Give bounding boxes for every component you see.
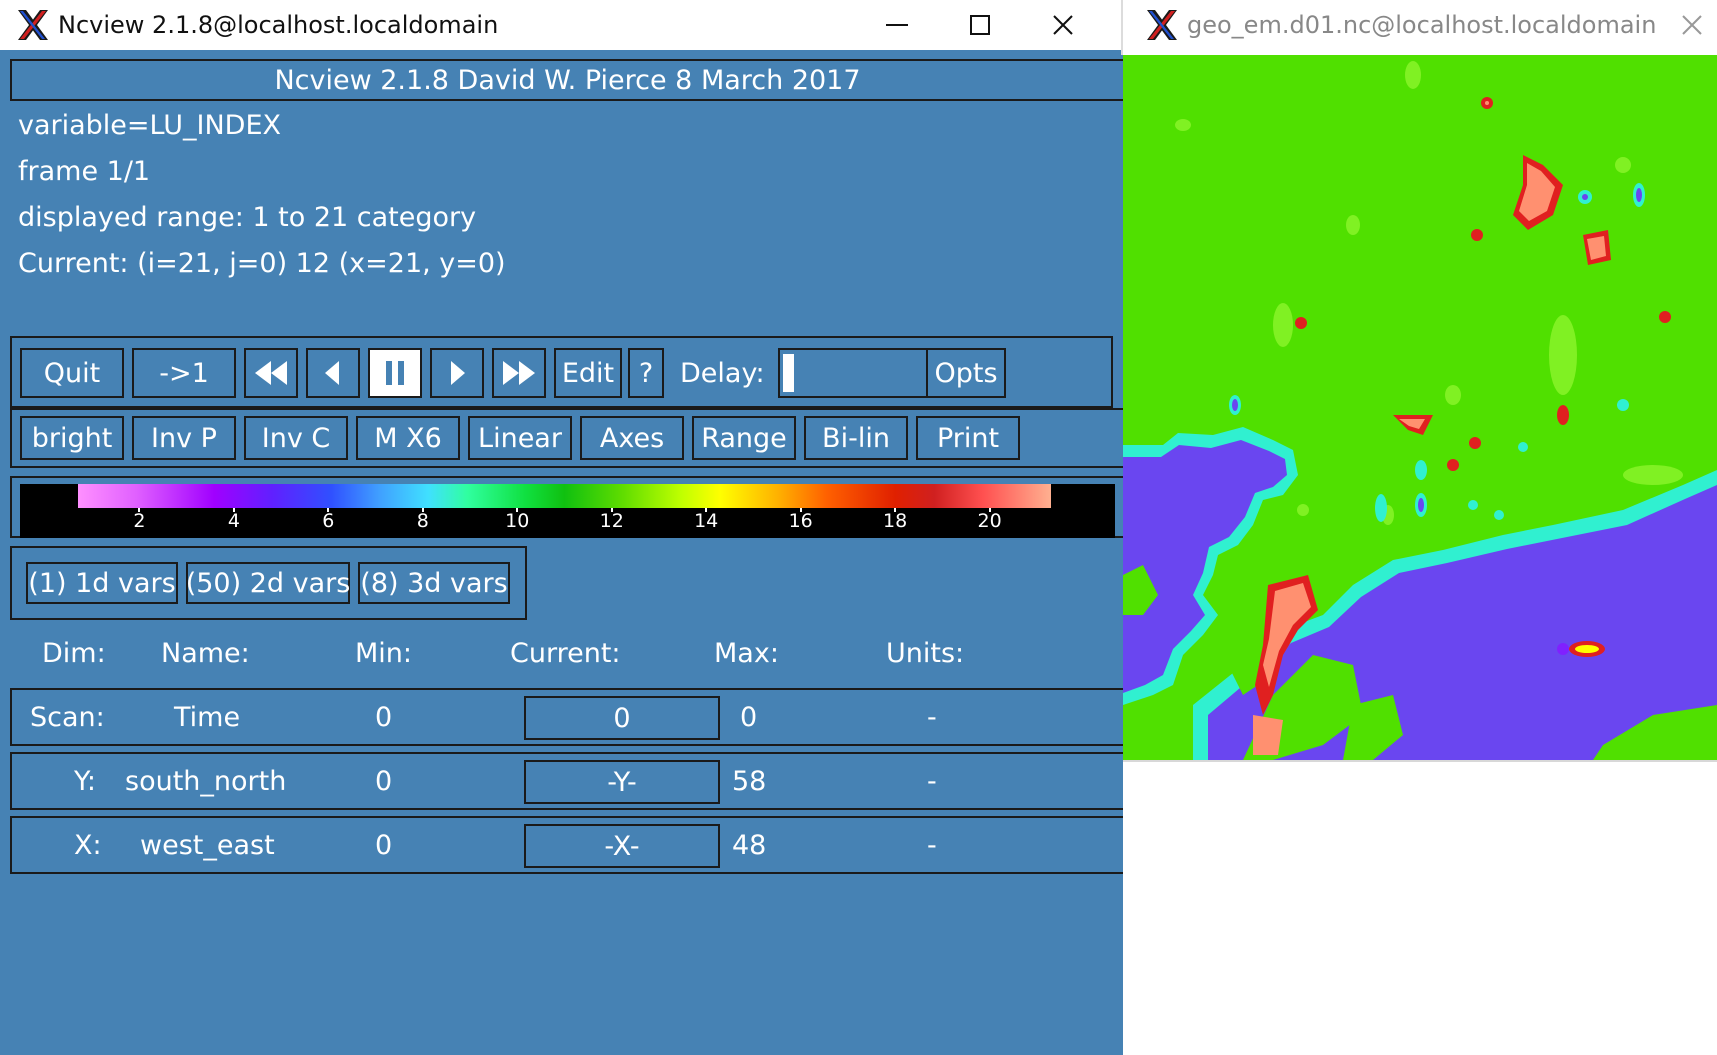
colorbar-tick-label: 2 bbox=[133, 510, 146, 532]
dim-units: - bbox=[927, 701, 937, 733]
pause-button[interactable] bbox=[368, 348, 422, 398]
dim-label: Scan: bbox=[30, 701, 105, 733]
help-button[interactable]: ? bbox=[628, 348, 664, 398]
range-label: displayed range: 1 to 21 category bbox=[18, 202, 477, 233]
main-window-title: Ncview 2.1.8@localhost.localdomain bbox=[58, 11, 499, 39]
option-linear-button[interactable]: Linear bbox=[468, 416, 572, 460]
pause-icon bbox=[386, 361, 404, 385]
option-inv-c-button[interactable]: Inv C bbox=[244, 416, 348, 460]
dim-units: - bbox=[927, 765, 937, 797]
edit-button[interactable]: Edit bbox=[554, 348, 622, 398]
colorbar-tick-label: 20 bbox=[977, 510, 1002, 532]
option-bi-lin-button[interactable]: Bi-lin bbox=[804, 416, 908, 460]
delay-slider-thumb[interactable] bbox=[783, 354, 794, 392]
variable-groups-panel: (1) 1d vars (50) 2d vars (8) 3d vars bbox=[10, 546, 527, 620]
x11-logo-icon bbox=[18, 10, 48, 40]
dim-label: X: bbox=[74, 829, 102, 861]
colorbar-panel: 2 4 6 8 10 12 14 16 18 20 bbox=[10, 476, 1125, 538]
colorbar-tick-label: 8 bbox=[416, 510, 429, 532]
maximize-button[interactable] bbox=[945, 0, 1015, 50]
dim-current-box[interactable]: 0 bbox=[524, 696, 720, 740]
fast-backward-button[interactable] bbox=[244, 348, 298, 398]
reset-frame-button[interactable]: ->1 bbox=[132, 348, 236, 398]
ncview-client-area: Ncview 2.1.8 David W. Pierce 8 March 201… bbox=[0, 50, 1135, 1055]
dim-min: 0 bbox=[375, 765, 393, 797]
dim-min: 0 bbox=[375, 701, 393, 733]
minimize-icon bbox=[886, 24, 908, 26]
data-image-view[interactable] bbox=[1123, 55, 1717, 760]
option-inv-p-button[interactable]: Inv P bbox=[132, 416, 236, 460]
fast-backward-icon bbox=[255, 361, 287, 385]
dim-max: 0 bbox=[740, 701, 758, 733]
units-header: Units: bbox=[886, 638, 965, 669]
fast-forward-button[interactable] bbox=[492, 348, 546, 398]
image-window-border bbox=[1123, 760, 1717, 762]
step-backward-icon bbox=[325, 361, 339, 385]
close-button[interactable] bbox=[1028, 0, 1098, 50]
close-icon bbox=[1682, 15, 1702, 35]
dim-row-west-east: X: west_east 0 -X- 48 - bbox=[10, 816, 1125, 874]
var-group-1d-button[interactable]: (1) 1d vars bbox=[26, 562, 178, 604]
option-range-button[interactable]: Range bbox=[692, 416, 796, 460]
image-window: geo_em.d01.nc@localhost.localdomain bbox=[1123, 0, 1717, 1055]
colorbar-tick-label: 16 bbox=[788, 510, 813, 532]
quit-button[interactable]: Quit bbox=[20, 348, 124, 398]
current-header: Current: bbox=[510, 638, 621, 669]
main-titlebar[interactable]: Ncview 2.1.8@localhost.localdomain bbox=[0, 0, 1135, 50]
option-axes-button[interactable]: Axes bbox=[580, 416, 684, 460]
dim-current-box[interactable]: -X- bbox=[524, 824, 720, 868]
dim-header: Dim: bbox=[42, 638, 106, 669]
image-close-button[interactable] bbox=[1667, 0, 1717, 50]
minimize-button[interactable] bbox=[862, 0, 932, 50]
dim-max: 48 bbox=[732, 829, 767, 861]
delay-slider[interactable] bbox=[778, 348, 930, 398]
step-forward-button[interactable] bbox=[430, 348, 484, 398]
dim-units: - bbox=[927, 829, 937, 861]
colorbar-tick-label: 6 bbox=[322, 510, 335, 532]
name-header: Name: bbox=[161, 638, 250, 669]
option-m-x6-button[interactable]: M X6 bbox=[356, 416, 460, 460]
close-icon bbox=[1053, 15, 1073, 35]
var-group-3d-button[interactable]: (8) 3d vars bbox=[358, 562, 510, 604]
max-header: Max: bbox=[714, 638, 779, 669]
dim-max: 58 bbox=[732, 765, 767, 797]
image-window-title: geo_em.d01.nc@localhost.localdomain bbox=[1187, 11, 1657, 39]
version-banner: Ncview 2.1.8 David W. Pierce 8 March 201… bbox=[10, 59, 1125, 101]
dim-row-time: Scan: Time 0 0 0 - bbox=[10, 688, 1125, 746]
dim-min: 0 bbox=[375, 829, 393, 861]
option-print-button[interactable]: Print bbox=[916, 416, 1020, 460]
colorbar-gradient[interactable] bbox=[78, 484, 1051, 508]
ncview-main-window: Ncview 2.1.8@localhost.localdomain Ncvie… bbox=[0, 0, 1135, 1055]
colorbar-tick-label: 4 bbox=[227, 510, 240, 532]
opts-button[interactable]: Opts bbox=[926, 348, 1006, 398]
x11-logo-icon bbox=[1147, 10, 1177, 40]
dim-name[interactable]: south_north bbox=[125, 754, 286, 808]
maximize-icon bbox=[970, 15, 990, 35]
colorbar-tick-label: 14 bbox=[694, 510, 719, 532]
colorbar-tick-label: 10 bbox=[505, 510, 530, 532]
image-titlebar[interactable]: geo_em.d01.nc@localhost.localdomain bbox=[1123, 0, 1717, 50]
options-panel: bright Inv P Inv CM X6 Linear Axes Range Bi-li… bbox=[10, 408, 1125, 468]
step-forward-icon bbox=[451, 361, 465, 385]
control-panel: Quit ->1 Edit ? Delay: Opts bbox=[10, 336, 1113, 408]
delay-label: Delay: bbox=[680, 358, 765, 389]
land-use-map[interactable] bbox=[1123, 55, 1717, 760]
current-value-label: Current: (i=21, j=0) 12 (x=21, y=0) bbox=[18, 248, 506, 279]
dim-row-south-north: Y: south_north 0 -Y- 58 - bbox=[10, 752, 1125, 810]
colorbar-tick-label: 18 bbox=[883, 510, 908, 532]
colorbar-tick-label: 12 bbox=[599, 510, 624, 532]
dim-name[interactable]: Time bbox=[174, 690, 240, 744]
fast-forward-icon bbox=[503, 361, 535, 385]
variable-label: variable=LU_INDEX bbox=[18, 110, 282, 141]
var-group-2d-button[interactable]: (50) 2d vars bbox=[186, 562, 350, 604]
option-bright-button[interactable]: bright bbox=[20, 416, 124, 460]
frame-label: frame 1/1 bbox=[18, 156, 151, 187]
dim-current-box[interactable]: -Y- bbox=[524, 760, 720, 804]
dim-label: Y: bbox=[74, 765, 97, 797]
dim-name[interactable]: west_east bbox=[140, 818, 275, 872]
min-header: Min: bbox=[355, 638, 413, 669]
step-backward-button[interactable] bbox=[306, 348, 360, 398]
